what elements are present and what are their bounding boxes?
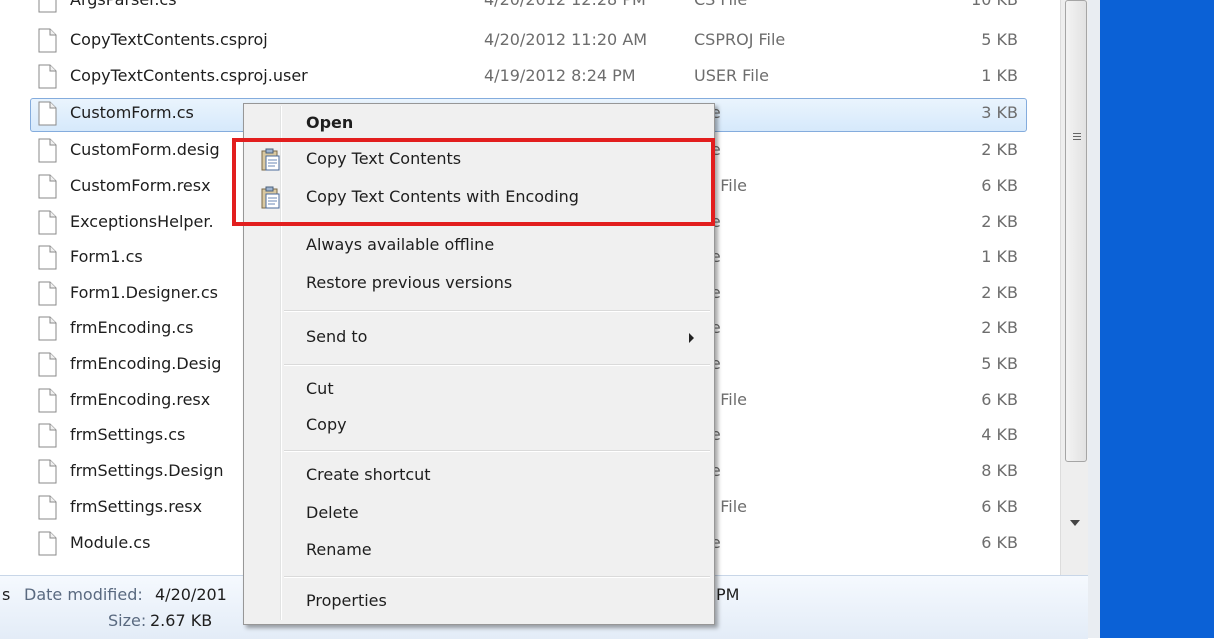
document-icon	[38, 245, 57, 270]
menu-item-rename-label: Rename	[306, 540, 372, 559]
menu-item-send-to[interactable]: Send to	[244, 322, 714, 354]
chevron-right-icon	[689, 333, 694, 343]
document-icon	[38, 388, 57, 413]
menu-separator	[284, 450, 710, 452]
file-name[interactable]: Form1.cs	[70, 247, 143, 266]
file-type: USER File	[694, 66, 769, 85]
document-icon	[38, 174, 57, 199]
file-name[interactable]: frmEncoding.resx	[70, 390, 210, 409]
file-size: 4 KB	[981, 425, 1018, 444]
file-name[interactable]: frmEncoding.Desig	[70, 354, 221, 373]
file-size: 3 KB	[981, 103, 1018, 122]
desktop-background	[1100, 0, 1214, 638]
document-icon	[38, 316, 57, 341]
document-icon	[38, 101, 57, 126]
document-icon	[38, 531, 57, 556]
file-type: CSPROJ File	[694, 30, 786, 49]
menu-item-cut[interactable]: Cut	[244, 374, 714, 406]
date-modified-time-suffix: PM	[716, 585, 740, 604]
menu-item-restore-previous-versions-label: Restore previous versions	[306, 273, 513, 292]
document-icon	[38, 28, 57, 53]
file-name[interactable]: ArgsParser.cs	[70, 0, 177, 9]
file-size: 5 KB	[981, 354, 1018, 373]
document-icon	[38, 459, 57, 484]
file-name[interactable]: ExceptionsHelper.	[70, 212, 214, 231]
scrollbar-grip-icon	[1073, 133, 1081, 143]
menu-item-open-label: Open	[306, 113, 354, 132]
file-name[interactable]: CustomForm.resx	[70, 176, 211, 195]
menu-item-copy[interactable]: Copy	[244, 410, 714, 442]
menu-item-delete[interactable]: Delete	[244, 498, 714, 530]
date-modified-label: Date modified:	[24, 585, 143, 604]
size-value: 2.67 KB	[150, 611, 213, 630]
menu-item-send-to-label: Send to	[306, 327, 368, 346]
file-size: 1 KB	[981, 247, 1018, 266]
document-icon	[38, 281, 57, 306]
file-row[interactable]: CopyTextContents.csproj.user 4/19/2012 8:…	[0, 59, 1060, 95]
file-size: 6 KB	[981, 497, 1018, 516]
file-size: 5 KB	[981, 30, 1018, 49]
file-name[interactable]: CopyTextContents.csproj	[70, 30, 268, 49]
file-size: 8 KB	[981, 461, 1018, 480]
file-row[interactable]: ArgsParser.cs 4/20/2012 12:28 PM CS File 10…	[0, 0, 1060, 19]
menu-item-restore-previous-versions[interactable]: Restore previous versions	[244, 268, 714, 300]
size-label: Size:	[108, 611, 147, 630]
file-size: 2 KB	[981, 140, 1018, 159]
file-size: 1 KB	[981, 66, 1018, 85]
menu-item-always-available-offline[interactable]: Always available offline	[244, 230, 714, 262]
file-size: 2 KB	[981, 318, 1018, 337]
document-icon	[38, 210, 57, 235]
window-frame	[1088, 0, 1100, 638]
file-type: CS File	[694, 0, 747, 9]
menu-item-copy-label: Copy	[306, 415, 347, 434]
details-name-fragment: s	[2, 585, 11, 604]
menu-item-properties-label: Properties	[306, 591, 387, 610]
file-name[interactable]: frmSettings.Design	[70, 461, 223, 480]
file-name[interactable]: frmSettings.resx	[70, 497, 202, 516]
file-date-modified: 4/20/2012 11:20 AM	[484, 30, 648, 49]
document-icon	[38, 138, 57, 163]
file-size: 10 KB	[971, 0, 1018, 9]
menu-separator	[284, 576, 710, 578]
vertical-scrollbar[interactable]	[1060, 0, 1089, 575]
menu-item-rename[interactable]: Rename	[244, 535, 714, 567]
file-size: 6 KB	[981, 533, 1018, 552]
file-name[interactable]: CopyTextContents.csproj.user	[70, 66, 308, 85]
file-name[interactable]: frmEncoding.cs	[70, 318, 193, 337]
document-icon	[38, 423, 57, 448]
menu-separator	[284, 310, 710, 312]
file-size: 6 KB	[981, 176, 1018, 195]
file-date-modified: 4/20/2012 12:28 PM	[484, 0, 646, 9]
date-modified-value: 4/20/201	[155, 585, 227, 604]
file-name[interactable]: CustomForm.cs	[70, 103, 194, 122]
document-icon	[38, 352, 57, 377]
file-date-modified: 4/19/2012 8:24 PM	[484, 66, 636, 85]
file-name[interactable]: Form1.Designer.cs	[70, 283, 218, 302]
document-icon	[38, 64, 57, 89]
file-size: 6 KB	[981, 390, 1018, 409]
file-name[interactable]: frmSettings.cs	[70, 425, 185, 444]
menu-item-cut-label: Cut	[306, 379, 334, 398]
menu-item-always-available-offline-label: Always available offline	[306, 235, 495, 254]
scroll-down-arrow-icon[interactable]	[1070, 520, 1080, 526]
menu-item-create-shortcut-label: Create shortcut	[306, 465, 431, 484]
file-row[interactable]: CopyTextContents.csproj 4/20/2012 11:20 A…	[0, 23, 1060, 59]
menu-separator	[284, 364, 710, 366]
menu-item-delete-label: Delete	[306, 503, 359, 522]
scrollbar-thumb[interactable]	[1065, 0, 1087, 462]
annotation-highlight-box	[232, 138, 715, 226]
document-icon	[38, 0, 57, 13]
document-icon	[38, 495, 57, 520]
file-size: 2 KB	[981, 283, 1018, 302]
menu-item-properties[interactable]: Properties	[244, 586, 714, 618]
menu-item-open[interactable]: Open	[244, 108, 714, 140]
menu-item-create-shortcut[interactable]: Create shortcut	[244, 460, 714, 492]
file-name[interactable]: Module.cs	[70, 533, 150, 552]
file-name[interactable]: CustomForm.desig	[70, 140, 220, 159]
file-size: 2 KB	[981, 212, 1018, 231]
